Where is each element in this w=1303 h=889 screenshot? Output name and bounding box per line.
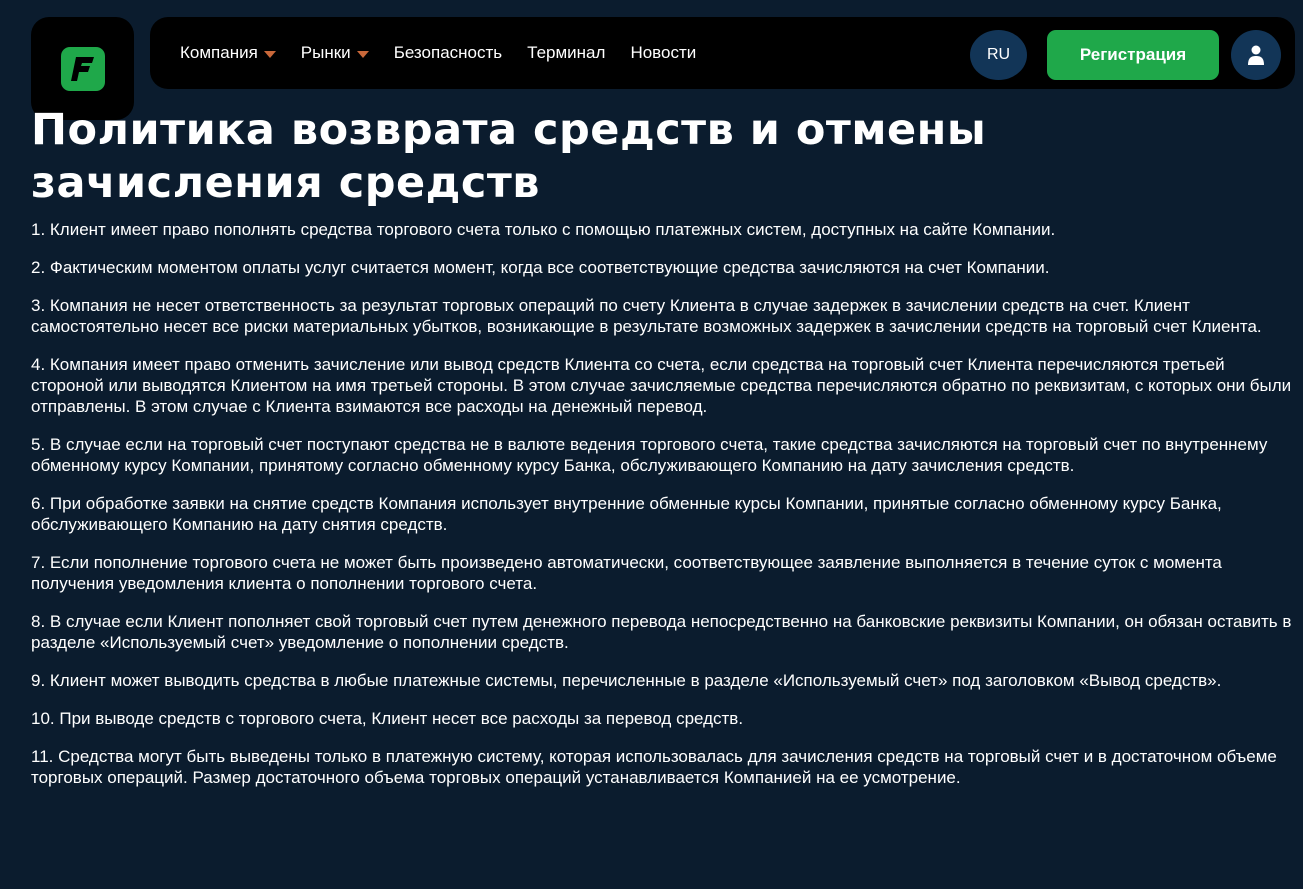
nav-item-label: Рынки [300,43,351,62]
register-button[interactable]: Регистрация [1047,30,1219,80]
policy-paragraph: 6. При обработке заявки на снятие средст… [31,494,1222,534]
nav-links: Компания Рынки Безопасность Терминал Нов… [180,17,696,89]
profile-button[interactable] [1231,30,1281,80]
register-label: Регистрация [1079,45,1187,64]
nav-item-label: Новости [630,43,697,62]
language-button[interactable]: RU [970,30,1027,80]
nav-item-security[interactable]: Безопасность [394,43,502,63]
policy-paragraph: 10. При выводе средств с торгового счета… [31,709,744,728]
chevron-down-icon [356,50,369,58]
policy-paragraph: 9. Клиент может выводить средства в любы… [31,671,1222,690]
policy-paragraph: 5. В случае если на торговый счет поступ… [31,435,1268,475]
policy-paragraph: 1. Клиент имеет право пополнять средства… [31,220,1056,239]
policy-paragraph: 2. Фактическим моментом оплаты услуг счи… [31,258,1050,277]
policy-paragraph: 7. Если пополнение торгового счета не мо… [31,553,1222,593]
nav-item-label: Терминал [527,43,606,62]
policy-content: 1. Клиент имеет право пополнять средства… [31,219,1299,805]
user-icon [1248,45,1264,65]
page-title: Политика возврата средств и отмены зачис… [31,105,987,208]
nav-item-news[interactable]: Новости [630,43,696,63]
f-logo-icon [60,46,105,91]
top-navigation: Компания Рынки Безопасность Терминал Нов… [150,17,1295,89]
nav-item-label: Безопасность [393,43,503,62]
nav-item-markets[interactable]: Рынки [301,43,369,63]
page: Компания Рынки Безопасность Терминал Нов… [0,0,1303,889]
chevron-down-icon [263,50,276,58]
nav-item-label: Компания [180,43,258,62]
nav-item-terminal[interactable]: Терминал [527,43,605,63]
policy-paragraph: 4. Компания имеет право отменить зачисле… [31,355,1292,416]
policy-paragraph: 3. Компания не несет ответственность за … [31,296,1262,336]
nav-item-company[interactable]: Компания [180,43,276,63]
policy-paragraph: 11. Средства могут быть выведены только … [31,747,1277,787]
policy-paragraph: 8. В случае если Клиент пополняет свой т… [31,612,1292,652]
language-label: RU [986,46,1011,63]
